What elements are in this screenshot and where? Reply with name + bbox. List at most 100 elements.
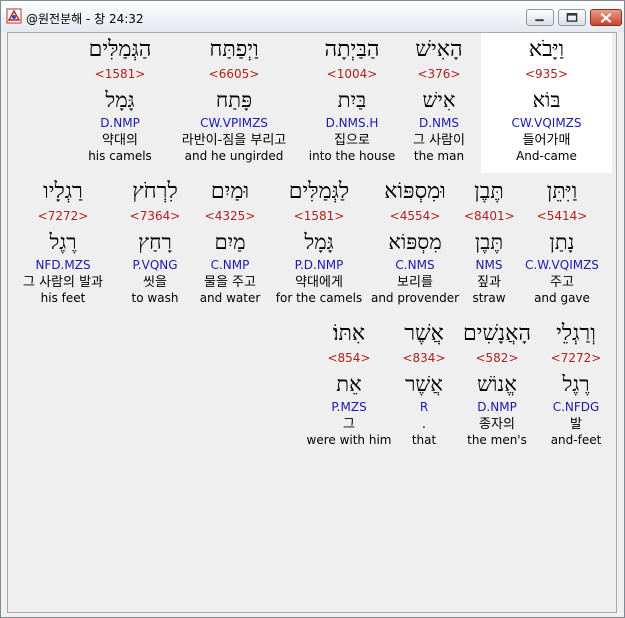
strong-number: <582> [475, 351, 519, 365]
word-cell[interactable]: רַגְלָיו <7272> רֶגֶל NFD.MZS 그 사람의 발과 h… [10, 179, 116, 306]
word-cell[interactable]: הַבַּיְתָה <1004> בַּיִת D.NMS.H 집으로 int… [305, 37, 399, 164]
word-cell[interactable]: הָאֲנָשִׁים <582> אֱנוֹשׁ D.NMP 종자의 the … [458, 321, 536, 448]
morphology-code: P.MZS [331, 400, 367, 414]
window-title: @원전분해 - 창 24:32 [26, 12, 144, 26]
english-gloss: into the house [308, 149, 396, 163]
title-bar: @원전분해 - 창 24:32 [1, 1, 624, 32]
korean-gloss: 주고 [550, 275, 574, 290]
strong-number: <935> [524, 67, 568, 81]
lemma: בַּיִת [337, 88, 367, 112]
english-gloss: and he ungirded [184, 149, 284, 163]
strong-number: <5414> [536, 209, 588, 223]
english-gloss: to wash [131, 291, 179, 305]
korean-gloss: 라반이-짐을 부리고 [181, 133, 287, 148]
english-gloss: the men's [467, 433, 527, 447]
korean-gloss: 종자의 [479, 417, 515, 432]
hebrew-word: הַבַּיְתָה [324, 37, 380, 62]
word-cell[interactable]: וַיָּבֹא <935> בּוֹא CW.VQIMZS 들어가매 And-… [481, 37, 612, 164]
english-gloss: straw [472, 291, 506, 305]
hebrew-word: וּמַיִם [210, 179, 250, 204]
strong-number: <6605> [208, 67, 260, 81]
strong-number: <4554> [389, 209, 441, 223]
morphology-code: R [419, 400, 429, 414]
word-cell[interactable]: וַיִּתֵּן <5414> נָתַן C.W.VQIMZS 주고 and… [518, 179, 606, 306]
hebrew-word: לִרְחֹץ [132, 179, 178, 204]
morphology-code: C.NMP [210, 258, 250, 272]
korean-gloss: 약대에게 [295, 275, 343, 290]
word-cell[interactable]: וַיְפַתַּח <6605> פָּתַח CW.VPIMZS 라반이-짐… [164, 37, 304, 164]
lemma: גָּמָל [304, 230, 334, 254]
strong-number: <834> [402, 351, 446, 365]
morphology-code: D.NMP [477, 400, 517, 414]
strong-number: <7272> [550, 351, 602, 365]
hebrew-word: אִתּוֹ׃ [332, 321, 366, 346]
morphology-code: NMS [475, 258, 503, 272]
word-cell[interactable]: תֶּבֶן <8401> תֶּבֶן NMS 짚과 straw [464, 179, 515, 306]
word-cell[interactable]: הָאִישׁ <376> אִישׁ D.NMS 그 사람이 the man [400, 37, 478, 164]
strong-number: <4325> [204, 209, 256, 223]
word-cell[interactable]: וּמַיִם <4325> מַיִם C.NMP 물을 주고 and wat… [192, 179, 268, 306]
lemma: פָּתַח [215, 88, 253, 112]
hebrew-word: וְרַגְלֵי [556, 321, 596, 346]
word-cell[interactable]: וְרַגְלֵי <7272> רֶגֶל C.NFDG 발 and-feet [538, 321, 614, 448]
korean-gloss: 씻을 [143, 275, 167, 290]
hebrew-word: וַיִּתֵּן [546, 179, 578, 204]
lemma: מַיִם [214, 230, 246, 254]
korean-gloss: 물을 주고 [204, 275, 256, 290]
minimize-button[interactable] [526, 9, 554, 26]
word-cell[interactable]: לִרְחֹץ <7364> רָחַץ P.VQNG 씻을 to wash [122, 179, 188, 306]
korean-gloss: 집으로 [334, 133, 370, 148]
hebrew-word: וּמִסְפּוֹא [384, 179, 446, 204]
morphology-code: C.NMS [395, 258, 435, 272]
morphology-code: D.NMS.H [325, 116, 379, 130]
close-button[interactable] [590, 9, 622, 26]
lemma: אִישׁ [422, 88, 456, 112]
strong-number: <7272> [37, 209, 89, 223]
strong-number: <1581> [94, 67, 146, 81]
app-window: @원전분해 - 창 24:32 וַיָּבֹא <935> בּוֹא CW.… [0, 0, 625, 618]
hebrew-word: הָאֲנָשִׁים [462, 321, 532, 346]
strong-number: <1581> [293, 209, 345, 223]
word-cell[interactable]: לַגְּמַלִּים <1581> גָּמָל P.D.NMP 약대에게 … [272, 179, 366, 306]
korean-gloss: 들어가매 [522, 133, 571, 148]
strong-number: <7364> [129, 209, 181, 223]
maximize-icon [566, 13, 578, 22]
strong-number: <8401> [464, 209, 515, 223]
strong-number: <376> [417, 67, 461, 81]
lemma: תֶּבֶן [474, 230, 504, 254]
morphology-code: NFD.MZS [35, 258, 91, 272]
word-cell[interactable]: אֲשֶׁר <834> אֲשֶׁר R . that [394, 321, 454, 448]
hebrew-word: וַיָּבֹא [528, 37, 565, 62]
minimize-icon [535, 19, 544, 22]
strong-number: <854> [327, 351, 371, 365]
word-cell[interactable]: אִתּוֹ׃ <854> אֵת P.MZS 그 were with him [306, 321, 392, 448]
korean-gloss: 발 [570, 417, 582, 432]
hebrew-word: הַגְּמַלִּים [88, 37, 152, 62]
lemma: אֱנוֹשׁ [477, 372, 517, 396]
word-cell[interactable]: וּמִסְפּוֹא <4554> מִסְפּוֹא C.NMS 보리를 a… [370, 179, 460, 306]
hebrew-word: תֶּבֶן [474, 179, 504, 204]
korean-gloss: 보리를 [397, 275, 433, 290]
korean-gloss: 그 사람의 발과 [22, 275, 104, 290]
english-gloss: And-came [516, 149, 577, 163]
korean-gloss: 약대의 [102, 133, 138, 148]
english-gloss: that [411, 433, 437, 447]
interlinear-panel: וַיָּבֹא <935> בּוֹא CW.VQIMZS 들어가매 And-… [7, 32, 617, 613]
english-gloss: and-feet [550, 433, 602, 447]
english-gloss: and water [199, 291, 261, 305]
morphology-code: C.NFDG [552, 400, 600, 414]
lemma: גָּמָל [105, 88, 135, 112]
lemma: בּוֹא [532, 88, 561, 112]
lemma: רֶגֶל [49, 230, 77, 254]
morphology-code: CW.VQIMZS [511, 116, 582, 130]
english-gloss: his feet [40, 291, 86, 305]
close-icon [600, 12, 612, 23]
word-cell[interactable]: הַגְּמַלִּים <1581> גָּמָל D.NMP 약대의 his… [78, 37, 162, 164]
morphology-code: D.NMP [100, 116, 140, 130]
hebrew-word: לַגְּמַלִּים [288, 179, 350, 204]
maximize-button[interactable] [558, 9, 586, 26]
english-gloss: his camels [88, 149, 152, 163]
lemma: מִסְפּוֹא [388, 230, 442, 254]
morphology-code: CW.VPIMZS [200, 116, 268, 130]
morphology-code: P.D.NMP [294, 258, 344, 272]
